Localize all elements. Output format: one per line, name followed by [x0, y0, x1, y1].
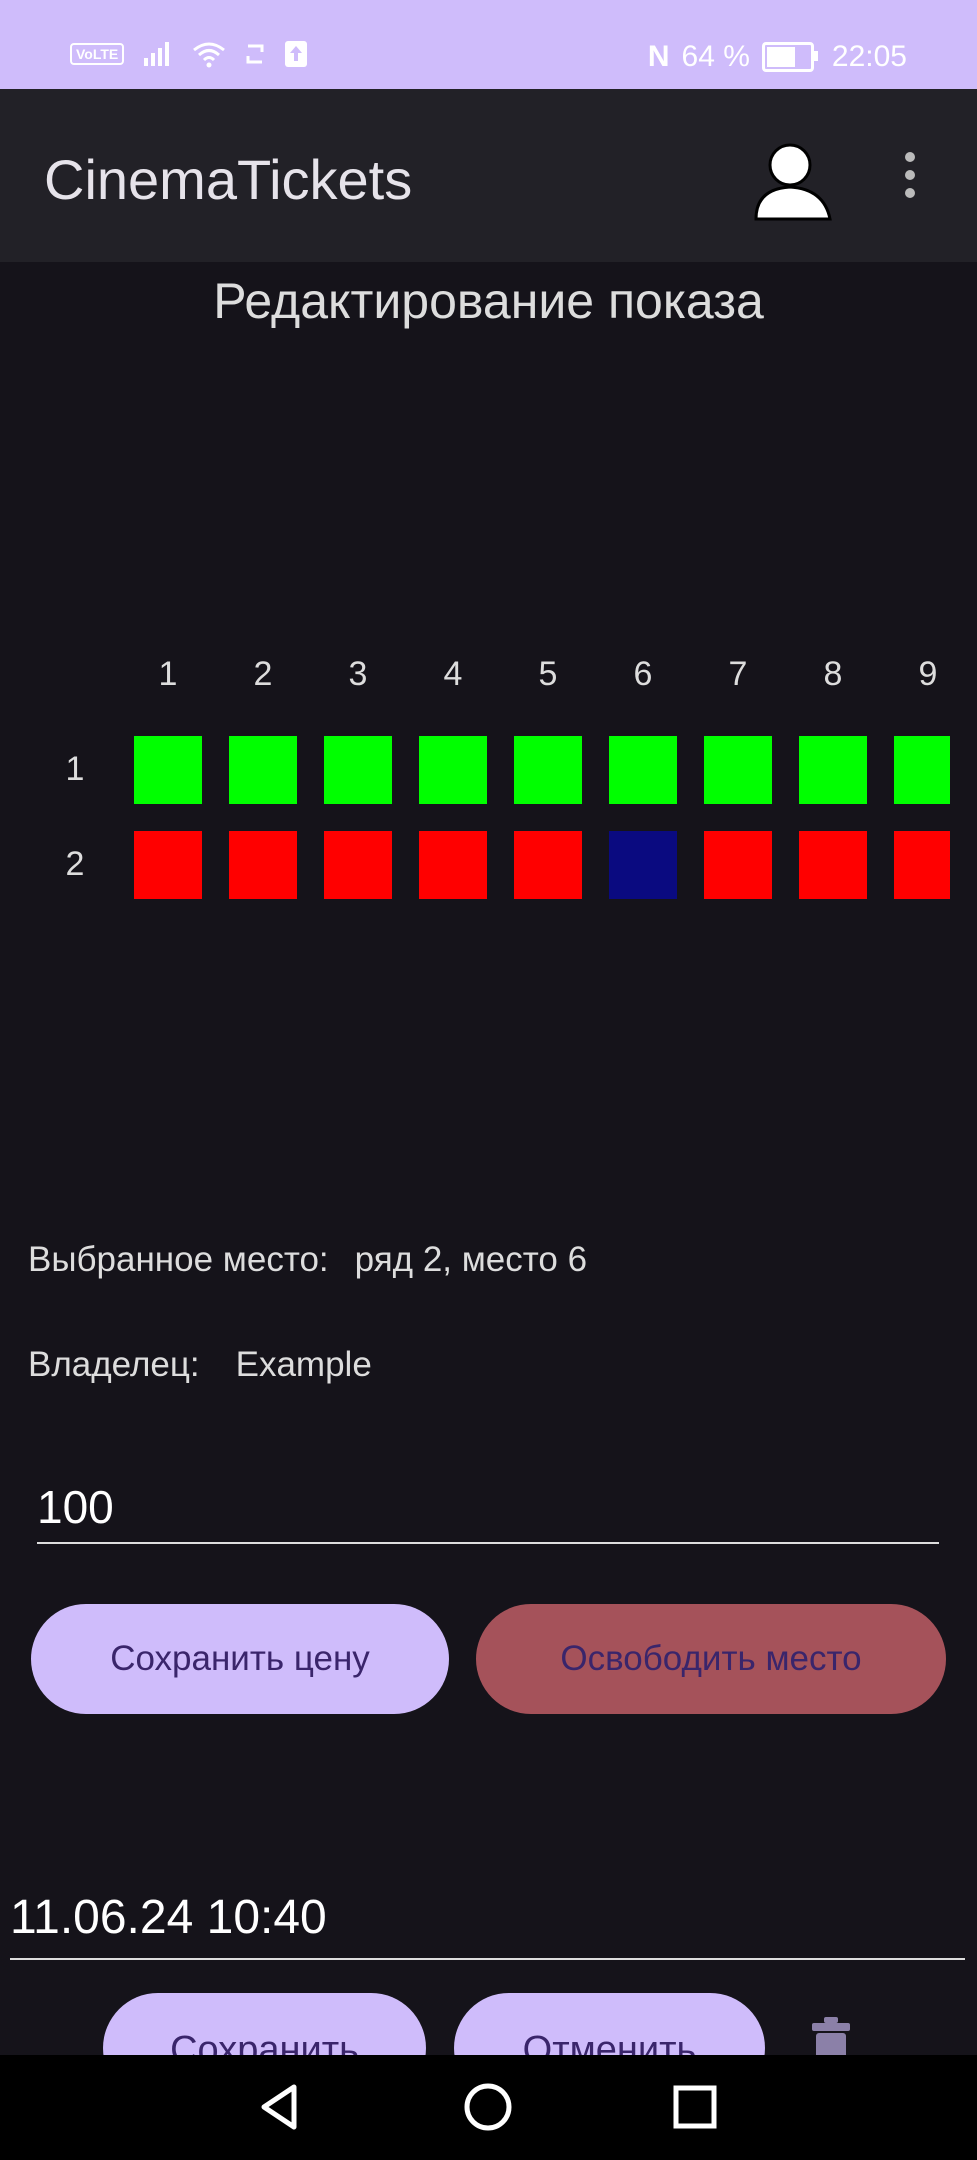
owner-value: Example	[235, 1345, 372, 1384]
recents-icon[interactable]	[665, 2077, 725, 2137]
seat-free[interactable]	[704, 736, 772, 804]
datetime-input[interactable]: 11.06.24 10:40	[10, 1890, 965, 1960]
seat-selected[interactable]	[609, 831, 677, 899]
save-price-button[interactable]: Сохранить цену	[31, 1604, 449, 1714]
seat-free[interactable]	[894, 736, 950, 804]
clock: 22:05	[831, 40, 907, 73]
battery-percent: 64 %	[681, 40, 750, 73]
status-bar: VoLTE N 64 % 22:05	[0, 0, 977, 89]
selected-seat-value: ряд 2, место 6	[354, 1240, 588, 1279]
price-input[interactable]: 100	[37, 1470, 939, 1544]
free-seat-button[interactable]: Освободить место	[476, 1604, 946, 1714]
seat-column-number: 2	[253, 655, 273, 693]
user-avatar-icon[interactable]	[750, 139, 836, 225]
app-title: CinemaTickets	[44, 148, 413, 211]
seat-column-number: 7	[728, 655, 748, 693]
owner-info: Владелец: Example	[28, 1345, 372, 1385]
seat-free[interactable]	[324, 736, 392, 804]
navigation-bar	[0, 2055, 977, 2160]
owner-label: Владелец:	[28, 1345, 200, 1384]
seat-free[interactable]	[514, 736, 582, 804]
seat-taken[interactable]	[134, 831, 202, 899]
seat-row-number: 1	[65, 750, 85, 788]
volte-icon: VoLTE	[70, 43, 125, 65]
seat-column-number: 8	[823, 655, 843, 693]
page-title: Редактирование показа	[213, 273, 764, 329]
seat-column-number: 6	[633, 655, 653, 693]
seat-taken[interactable]	[514, 831, 582, 899]
signal-icon	[144, 42, 170, 66]
selected-seat-info: Выбранное место: ряд 2, место 6	[28, 1240, 587, 1280]
sync-icon	[246, 44, 264, 64]
battery-icon	[761, 42, 818, 72]
seat-taken[interactable]	[894, 831, 950, 899]
seat-column-number: 4	[443, 655, 463, 693]
home-icon[interactable]	[458, 2077, 518, 2137]
status-icons-right: N 64 % 22:05	[648, 40, 907, 74]
seat-free[interactable]	[419, 736, 487, 804]
seat-free[interactable]	[134, 736, 202, 804]
status-icons-left: VoLTE	[70, 40, 308, 68]
seat-taken[interactable]	[419, 831, 487, 899]
nfc-icon: N	[647, 40, 670, 73]
seat-taken[interactable]	[799, 831, 867, 899]
seat-column-number: 3	[348, 655, 368, 693]
app-bar: CinemaTickets	[0, 89, 977, 262]
wifi-icon	[193, 42, 226, 68]
seat-taken[interactable]	[324, 831, 392, 899]
upload-icon	[285, 41, 308, 67]
back-icon[interactable]	[250, 2077, 310, 2137]
seat-column-number: 1	[158, 655, 178, 693]
seat-column-number: 5	[538, 655, 558, 693]
seat-taken[interactable]	[229, 831, 297, 899]
selected-seat-label: Выбранное место:	[28, 1240, 329, 1279]
seat-free[interactable]	[229, 736, 297, 804]
seat-column-number: 9	[918, 655, 938, 693]
seat-row-number: 2	[65, 845, 85, 883]
overflow-menu-icon[interactable]	[900, 144, 920, 204]
seat-free[interactable]	[799, 736, 867, 804]
seat-free[interactable]	[609, 736, 677, 804]
seat-taken[interactable]	[704, 831, 772, 899]
